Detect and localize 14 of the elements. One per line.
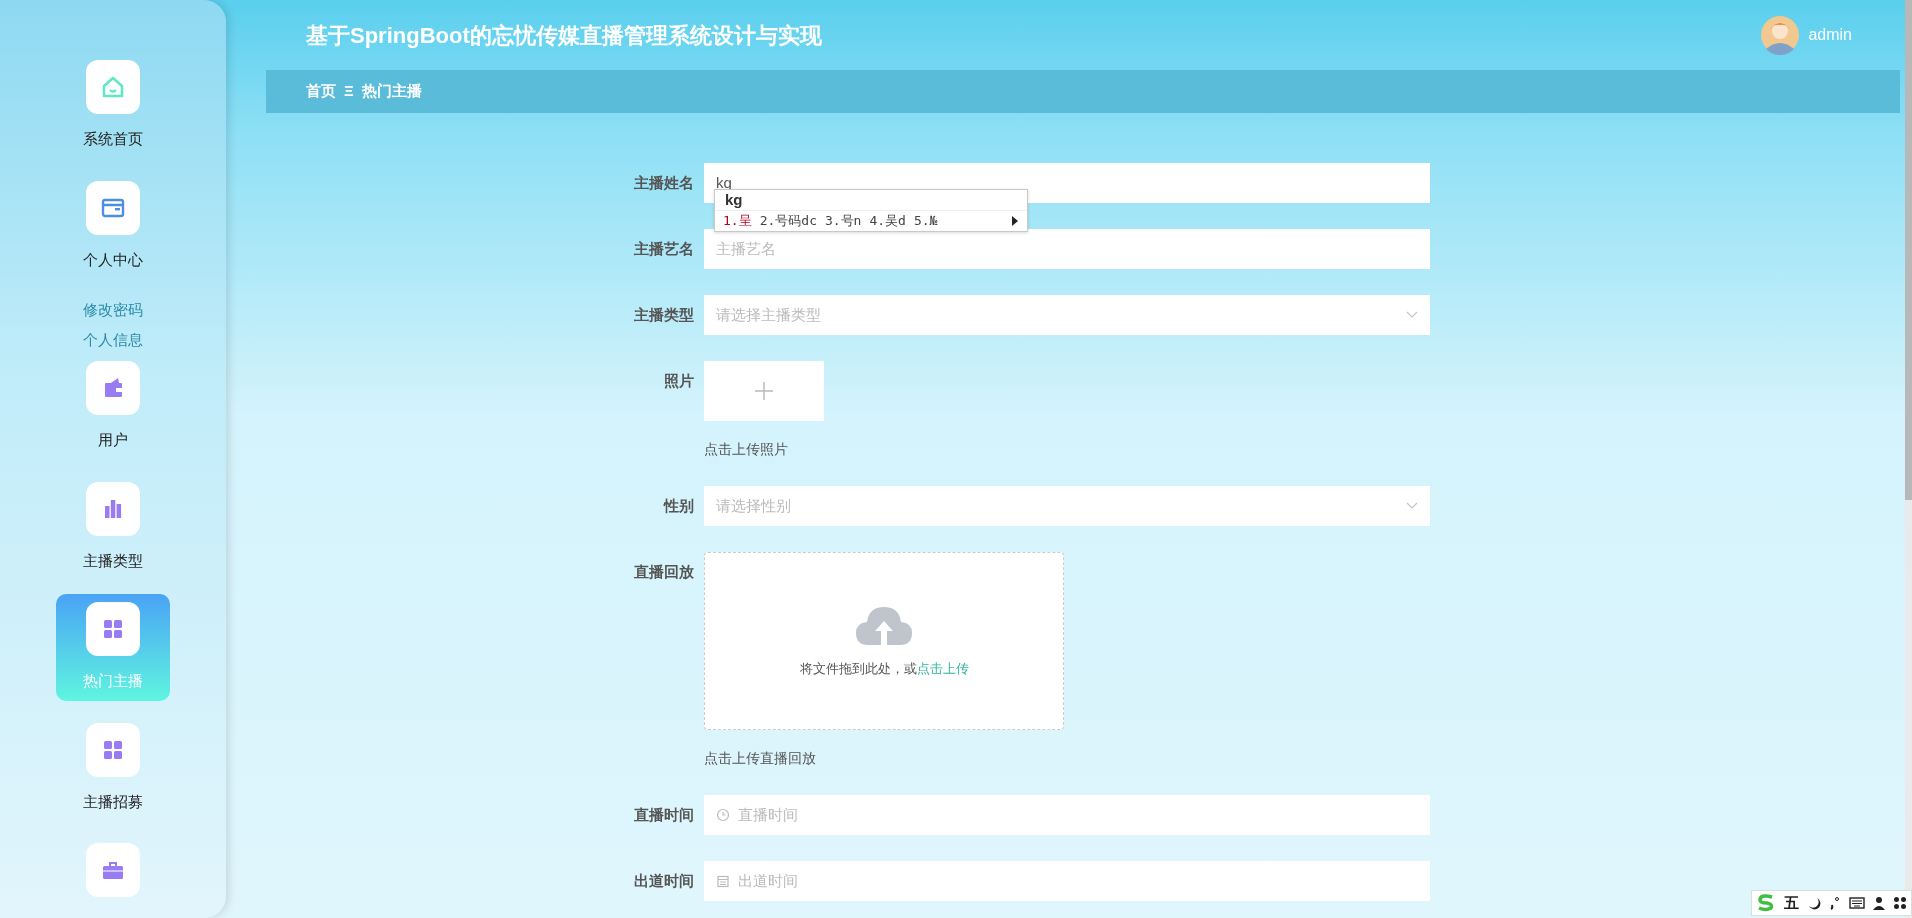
field-label: 主播类型: [633, 305, 694, 325]
field-label: 性别: [662, 496, 694, 516]
upload-hint: 点击上传照片: [704, 440, 789, 459]
ime-composition: kg: [715, 190, 1027, 211]
field-label: 出道时间: [633, 871, 694, 891]
field-label: 直播回放: [633, 562, 694, 582]
field-label: 主播艺名: [633, 239, 694, 259]
field-label: 主播姓名: [633, 173, 694, 193]
field-label: 照片: [663, 371, 694, 391]
breadcrumb-separator: Ξ: [344, 81, 354, 102]
dropzone-text: 将文件拖到此处，或点击上传: [799, 660, 969, 679]
upload-hint: 点击上传直播回放: [704, 749, 817, 768]
page-title: 基于SpringBoot的忘忧传媒直播管理系统设计与实现: [306, 21, 822, 50]
field-label: 直播时间: [633, 805, 694, 825]
